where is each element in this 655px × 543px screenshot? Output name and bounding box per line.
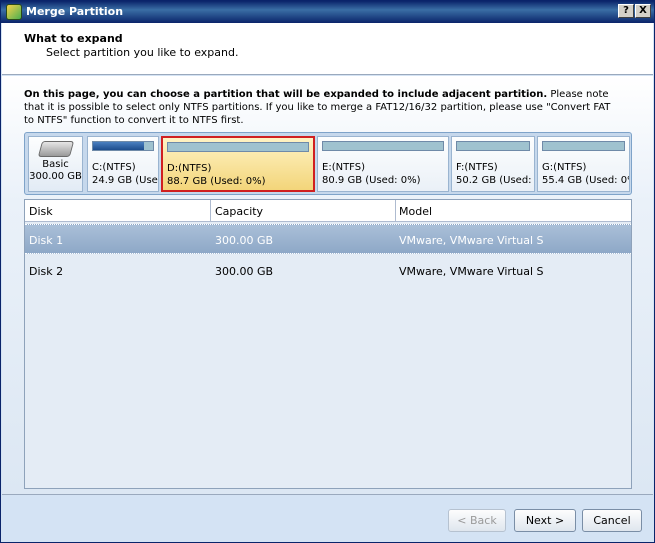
title-bar[interactable]: Merge Partition ? X <box>1 1 654 23</box>
partition-block[interactable]: C:(NTFS) 24.9 GB (Used <box>87 136 159 192</box>
window-title: Merge Partition <box>26 5 124 18</box>
next-button[interactable]: Next > <box>514 509 576 532</box>
disk-table: Disk Capacity Model Disk 1 300.00 GB VMw… <box>24 199 632 489</box>
partition-label: F:(NTFS) 50.2 GB (Used: 0 <box>456 161 535 187</box>
wizard-content: On this page, you can choose a partition… <box>2 76 653 494</box>
usage-fill <box>93 142 144 150</box>
partition-name: D:(NTFS) <box>167 163 212 174</box>
usage-bar <box>542 141 625 151</box>
cell-disk: Disk 2 <box>29 265 64 278</box>
partition-block[interactable]: F:(NTFS) 50.2 GB (Used: 0 <box>451 136 535 192</box>
partition-name: F:(NTFS) <box>456 162 498 173</box>
table-row[interactable]: Disk 1 300.00 GB VMware, VMware Virtual … <box>25 224 631 254</box>
column-header-capacity[interactable]: Capacity <box>215 205 263 218</box>
cancel-button[interactable]: Cancel <box>582 509 642 532</box>
usage-bar <box>167 142 309 152</box>
hard-disk-icon <box>37 141 74 157</box>
cell-model: VMware, VMware Virtual S <box>399 265 544 278</box>
partition-block[interactable]: G:(NTFS) 55.4 GB (Used: 0% <box>537 136 630 192</box>
column-header-model[interactable]: Model <box>399 205 432 218</box>
header-subtitle: Select partition you like to expand. <box>46 46 239 59</box>
disk-summary[interactable]: Basic 300.00 GB <box>28 136 83 192</box>
help-button[interactable]: ? <box>618 4 634 18</box>
partition-name: C:(NTFS) <box>92 162 136 173</box>
header-title: What to expand <box>24 32 123 45</box>
disk-size: 300.00 GB <box>29 171 82 182</box>
partition-info: 50.2 GB (Used: 0 <box>456 175 535 186</box>
description-bold: On this page, you can choose a partition… <box>24 89 548 100</box>
cell-capacity: 300.00 GB <box>215 234 274 247</box>
description-text: On this page, you can choose a partition… <box>24 88 614 127</box>
partition-label: D:(NTFS) 88.7 GB (Used: 0%) <box>167 162 265 188</box>
disk-type: Basic <box>42 159 69 170</box>
merge-partition-window: Merge Partition ? X What to expand Selec… <box>0 0 655 543</box>
partition-info: 24.9 GB (Used <box>92 175 159 186</box>
disk-map: Basic 300.00 GB C:(NTFS) 24.9 GB (Used D:(… <box>24 132 632 195</box>
wizard-footer: < Back Next > Cancel <box>2 494 653 542</box>
partition-block[interactable]: E:(NTFS) 80.9 GB (Used: 0%) <box>317 136 449 192</box>
wizard-header: What to expand Select partition you like… <box>2 23 653 75</box>
usage-bar <box>92 141 154 151</box>
column-divider[interactable] <box>210 200 211 222</box>
partition-info: 88.7 GB (Used: 0%) <box>167 176 266 187</box>
partition-name: G:(NTFS) <box>542 162 587 173</box>
usage-bar <box>456 141 530 151</box>
partition-info: 55.4 GB (Used: 0% <box>542 175 630 186</box>
usage-bar <box>322 141 444 151</box>
cell-capacity: 300.00 GB <box>215 265 274 278</box>
partition-label: C:(NTFS) 24.9 GB (Used <box>92 161 159 187</box>
app-icon <box>6 4 22 20</box>
table-header: Disk Capacity Model <box>25 200 631 222</box>
partition-block[interactable]: D:(NTFS) 88.7 GB (Used: 0%) <box>161 136 315 192</box>
partition-label: E:(NTFS) 80.9 GB (Used: 0%) <box>322 161 420 187</box>
partition-name: E:(NTFS) <box>322 162 366 173</box>
column-divider[interactable] <box>395 200 396 222</box>
cell-model: VMware, VMware Virtual S <box>399 234 544 247</box>
table-row[interactable]: Disk 2 300.00 GB VMware, VMware Virtual … <box>25 256 631 286</box>
column-header-disk[interactable]: Disk <box>29 205 53 218</box>
partition-info: 80.9 GB (Used: 0%) <box>322 175 421 186</box>
partition-label: G:(NTFS) 55.4 GB (Used: 0% <box>542 161 630 187</box>
close-button[interactable]: X <box>635 4 651 18</box>
back-button[interactable]: < Back <box>448 509 506 532</box>
cell-disk: Disk 1 <box>29 234 64 247</box>
